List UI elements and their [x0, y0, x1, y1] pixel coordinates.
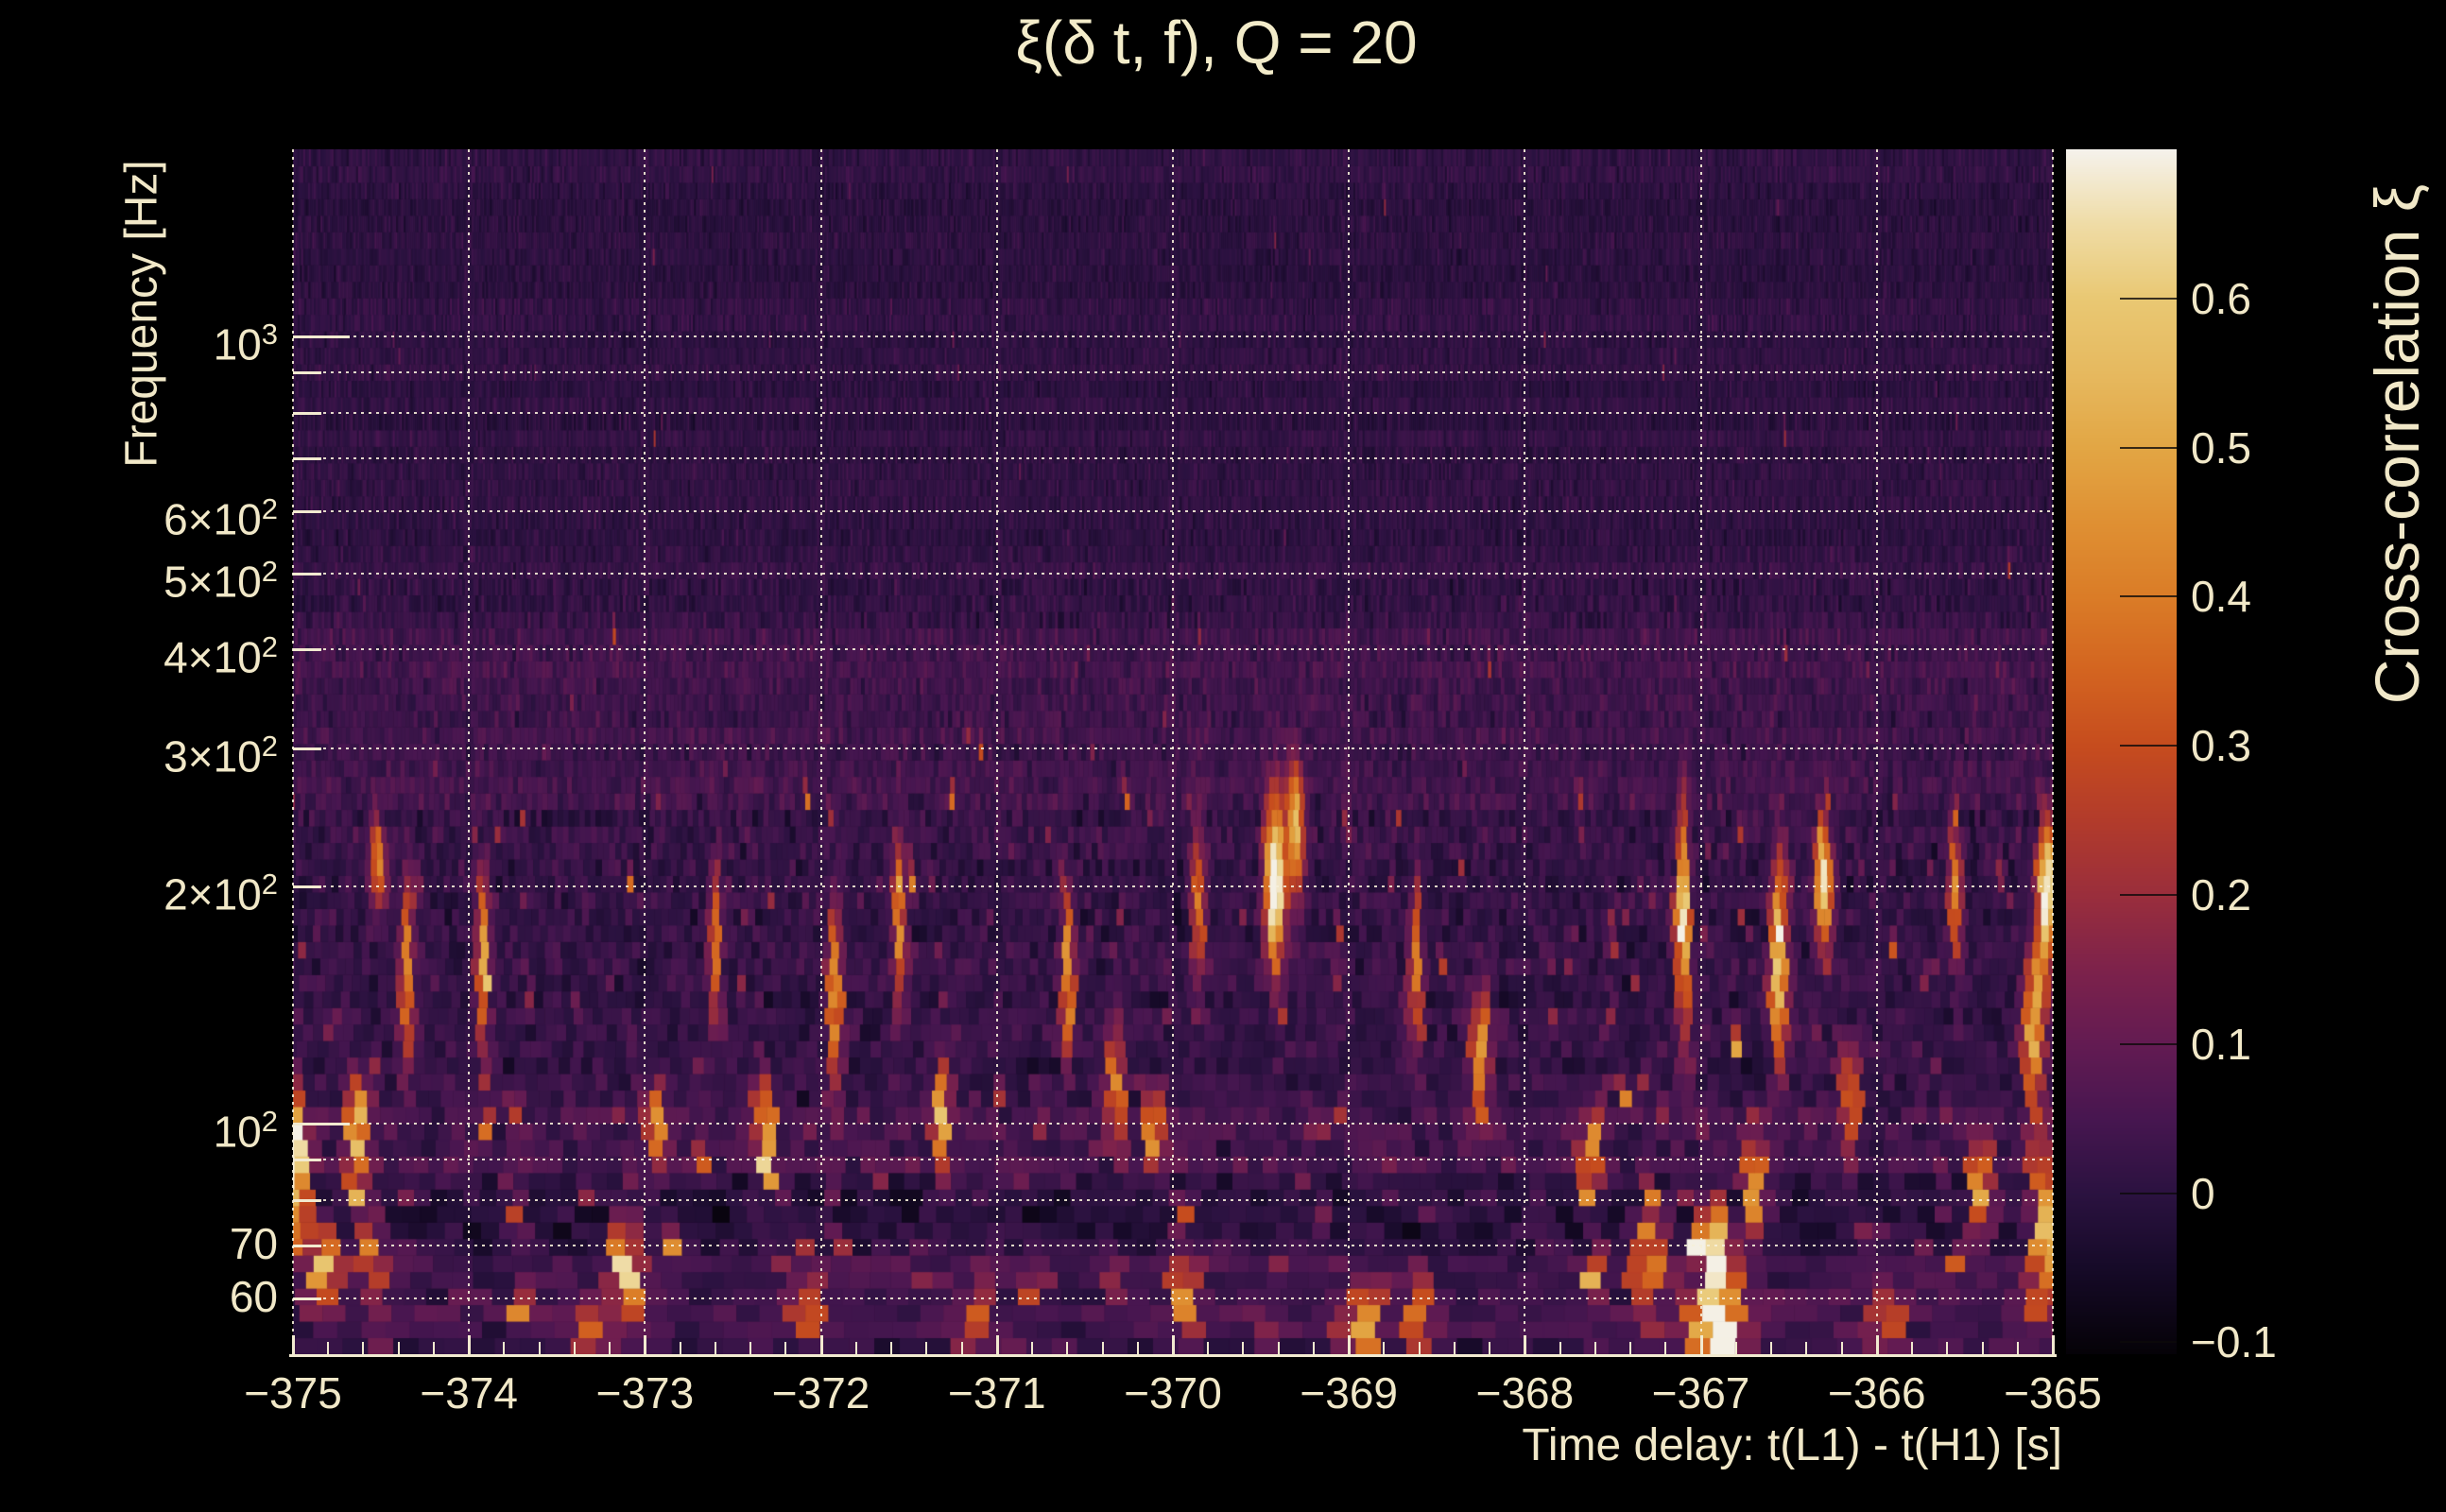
- x-tick-label--375: −375: [208, 1368, 378, 1418]
- x-tick-label--368: −368: [1439, 1368, 1610, 1418]
- y-tick-label-70: 70: [0, 1219, 278, 1268]
- colorbar: [2066, 149, 2177, 1354]
- x-axis-title: Time delay: t(L1) - t(H1) [s]: [1418, 1419, 2062, 1471]
- x-tick-label--366: −366: [1792, 1368, 1962, 1418]
- colorbar-tick-label-0.5: 0.5: [2191, 423, 2251, 472]
- colorbar-tick-label-0.3: 0.3: [2191, 721, 2251, 770]
- x-tick-label--371: −371: [912, 1368, 1082, 1418]
- colorbar-tick-label-0: 0: [2191, 1169, 2215, 1218]
- y-tick-label-300: 3×102: [0, 722, 278, 781]
- x-axis-line: [289, 1354, 2057, 1357]
- colorbar-gradient: [2066, 149, 2177, 1354]
- y-tick-label-500: 5×102: [0, 547, 278, 606]
- colorbar-tick-label-0.6: 0.6: [2191, 274, 2251, 323]
- heatmap-plot-area: [293, 149, 2053, 1354]
- chart-title: ξ(δ t, f), Q = 20: [1015, 8, 1417, 77]
- x-tick-label--372: −372: [736, 1368, 906, 1418]
- y-tick-label-100: 102: [0, 1097, 278, 1156]
- colorbar-tick-label-0.2: 0.2: [2191, 870, 2251, 919]
- y-tick-label-400: 4×102: [0, 623, 278, 681]
- x-tick-label--369: −369: [1264, 1368, 1434, 1418]
- x-tick-label--370: −370: [1088, 1368, 1258, 1418]
- y-tick-label-200: 2×102: [0, 860, 278, 919]
- figure-root: { "colors": { "background": "#000000", "…: [0, 0, 2446, 1512]
- y-axis-title: Frequency [Hz]: [116, 160, 168, 467]
- x-tick-label--373: −373: [560, 1368, 730, 1418]
- x-tick-label--365: −365: [1968, 1368, 2138, 1418]
- x-tick-label--367: −367: [1616, 1368, 1786, 1418]
- y-tick-label-60: 60: [0, 1272, 278, 1321]
- colorbar-tick-label-0.4: 0.4: [2191, 572, 2251, 621]
- x-tick-label--374: −374: [384, 1368, 554, 1418]
- y-tick-label-600: 6×102: [0, 485, 278, 543]
- colorbar-tick-label--0.1: −0.1: [2191, 1317, 2277, 1366]
- colorbar-tick-label-0.1: 0.1: [2191, 1020, 2251, 1069]
- colorbar-title: Cross-correlation ξ: [2361, 184, 2433, 704]
- heatmap-canvas: [293, 149, 2053, 1354]
